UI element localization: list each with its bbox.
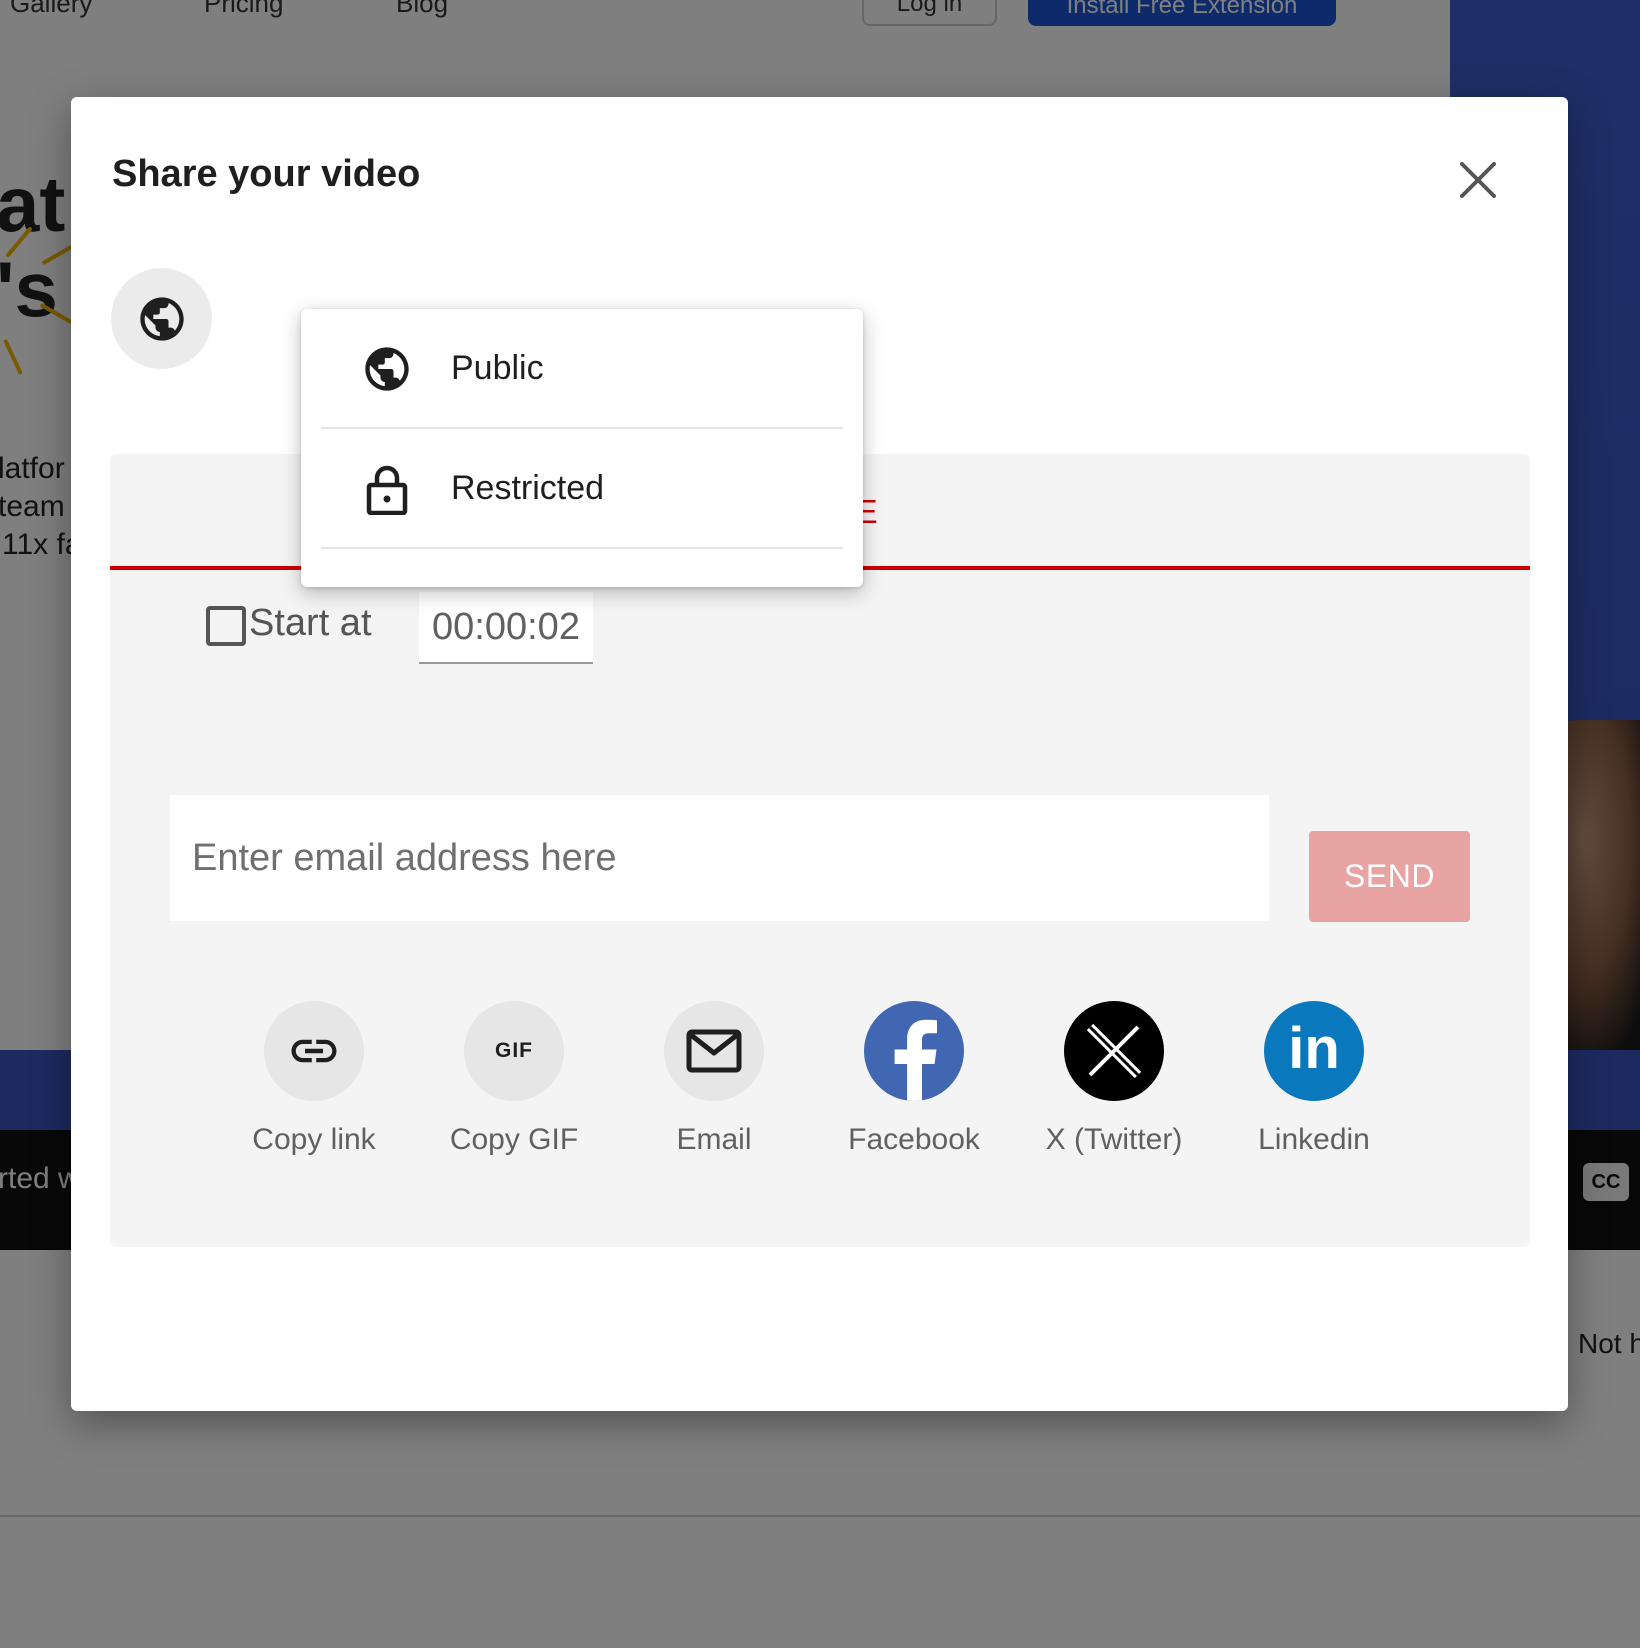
share-target-label: Linkedin xyxy=(1258,1123,1370,1156)
share-target-label: Copy GIF xyxy=(449,1123,579,1156)
start-at-checkbox[interactable] xyxy=(206,606,246,646)
send-button[interactable]: SEND xyxy=(1309,831,1470,922)
linkedin-icon-text: in xyxy=(1288,1016,1340,1081)
gif-icon: GIF xyxy=(464,1001,564,1101)
globe-icon xyxy=(365,347,409,391)
share-target-label: Copy link xyxy=(252,1123,376,1156)
menu-item-restricted[interactable]: Restricted xyxy=(321,429,843,549)
start-time-input[interactable] xyxy=(419,592,593,664)
email-share-button[interactable]: Email xyxy=(614,1001,814,1157)
menu-item-label: Restricted xyxy=(451,469,605,507)
share-target-label: Facebook xyxy=(848,1123,980,1156)
share-target-label: Email xyxy=(676,1123,752,1156)
facebook-share-button[interactable]: Facebook xyxy=(814,1001,1014,1157)
copy-link-button[interactable]: Copy link xyxy=(214,1001,414,1157)
linkedin-share-button[interactable]: in Linkedin xyxy=(1214,1001,1414,1157)
envelope-icon xyxy=(664,1001,764,1101)
modal-title: Share your video xyxy=(112,153,421,195)
close-icon xyxy=(1460,162,1496,198)
close-button[interactable] xyxy=(1452,154,1504,206)
gif-icon-text: GIF xyxy=(495,1039,533,1062)
facebook-icon xyxy=(864,1001,964,1101)
start-at-label: Start at xyxy=(249,602,372,644)
menu-item-public[interactable]: Public xyxy=(321,309,843,429)
link-icon xyxy=(264,1001,364,1101)
copy-gif-button[interactable]: GIF Copy GIF xyxy=(414,1001,614,1157)
menu-item-label: Public xyxy=(451,349,544,387)
visibility-toggle-button[interactable] xyxy=(111,268,212,369)
linkedin-icon: in xyxy=(1264,1001,1364,1101)
lock-icon xyxy=(366,465,408,515)
email-field[interactable] xyxy=(170,795,1269,921)
globe-icon xyxy=(139,296,184,341)
x-twitter-icon xyxy=(1064,1001,1164,1101)
visibility-menu: Public Restricted xyxy=(301,309,863,587)
share-modal: Share your video SHARE Start at SEND Cop… xyxy=(71,97,1568,1411)
x-twitter-share-button[interactable]: X (Twitter) xyxy=(1014,1001,1214,1157)
share-target-label: X (Twitter) xyxy=(1045,1123,1183,1156)
